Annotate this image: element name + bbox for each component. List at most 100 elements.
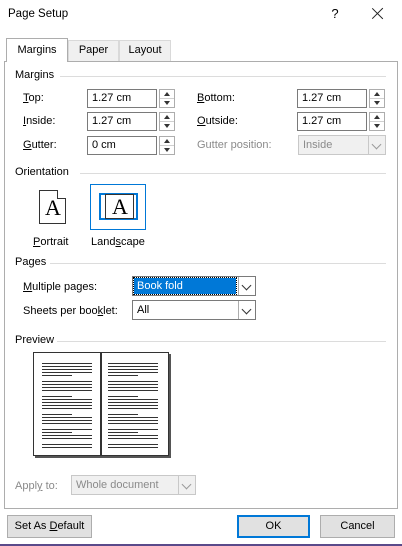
- bottom-margin-input[interactable]: 1.27 cm: [297, 89, 367, 108]
- spin-up-icon[interactable]: [160, 137, 174, 146]
- preview-left-page: [33, 352, 101, 456]
- bottom-margin-spinner: 1.27 cm: [297, 89, 387, 108]
- tab-margins[interactable]: Margins: [6, 38, 68, 62]
- preview-text-line: [42, 384, 92, 385]
- top-margin-label: Top:: [23, 92, 44, 104]
- cancel-button[interactable]: Cancel: [320, 515, 395, 538]
- inside-margin-input[interactable]: 1.27 cm: [87, 112, 157, 131]
- margins-section-label: Margins: [15, 69, 55, 81]
- preview-text-line: [42, 402, 92, 403]
- preview-text-line: [108, 429, 158, 430]
- pages-separator: [50, 263, 386, 264]
- tab-layout[interactable]: Layout: [119, 40, 171, 61]
- outside-margin-input[interactable]: 1.27 cm: [297, 112, 367, 131]
- landscape-page-icon: A: [99, 193, 138, 220]
- gutter-input[interactable]: 0 cm: [87, 136, 157, 155]
- inside-margin-spin-buttons[interactable]: [159, 112, 175, 131]
- top-margin-spin-buttons[interactable]: [159, 89, 175, 108]
- top-margin-input[interactable]: 1.27 cm: [87, 89, 157, 108]
- help-button[interactable]: ?: [329, 6, 341, 21]
- apply-to-select[interactable]: Whole document: [71, 475, 196, 495]
- spin-up-icon[interactable]: [160, 90, 174, 99]
- pages-section-label: Pages: [15, 256, 47, 268]
- portrait-label: Portrait: [33, 236, 69, 248]
- chevron-down-icon: [178, 476, 195, 494]
- preview-text-line: [108, 381, 158, 382]
- landscape-option[interactable]: A: [90, 184, 146, 230]
- preview-text-line: [42, 432, 72, 433]
- preview-separator: [57, 341, 386, 342]
- spin-down-icon[interactable]: [160, 122, 174, 131]
- preview-text-line: [42, 435, 92, 436]
- preview-text-line: [108, 384, 158, 385]
- spin-up-icon[interactable]: [370, 113, 384, 122]
- preview-text-line: [108, 402, 158, 403]
- spin-down-icon[interactable]: [370, 99, 384, 108]
- set-as-default-button[interactable]: Set As Default: [7, 515, 92, 538]
- preview-text-line: [108, 408, 158, 409]
- preview-text-line: [42, 369, 92, 370]
- gutter-spin-buttons[interactable]: [159, 136, 175, 155]
- gutter-position-select[interactable]: Inside: [298, 135, 386, 155]
- multiple-pages-value: Book fold: [133, 277, 237, 295]
- gutter-label: Gutter:: [23, 139, 57, 151]
- preview-text-line: [42, 390, 92, 391]
- preview-text-line: [108, 432, 138, 433]
- tab-paper[interactable]: Paper: [68, 40, 119, 61]
- dialog-title: Page Setup: [8, 8, 69, 20]
- preview-text-line: [42, 429, 92, 430]
- preview-text-line: [108, 447, 158, 448]
- outside-margin-label: Outside:: [197, 115, 238, 127]
- preview-text-line: [108, 444, 158, 445]
- inside-margin-spinner: 1.27 cm: [87, 112, 177, 131]
- landscape-label: Landscape: [91, 236, 145, 248]
- spin-up-icon[interactable]: [160, 113, 174, 122]
- outside-margin-spinner: 1.27 cm: [297, 112, 387, 131]
- outside-margin-spin-buttons[interactable]: [369, 112, 385, 131]
- close-button[interactable]: [368, 4, 388, 24]
- preview-text-line: [108, 423, 158, 424]
- apply-to-label: Apply to:: [15, 480, 58, 492]
- spin-down-icon[interactable]: [370, 122, 384, 131]
- preview-section-label: Preview: [15, 334, 55, 346]
- preview-text-line: [108, 396, 138, 397]
- apply-to-value: Whole document: [76, 479, 159, 491]
- preview-text-line: [108, 363, 158, 364]
- preview-text-line: [42, 366, 92, 367]
- bottom-margin-spin-buttons[interactable]: [369, 89, 385, 108]
- spin-down-icon[interactable]: [160, 99, 174, 108]
- multiple-pages-select[interactable]: Book fold: [132, 276, 256, 296]
- preview-right-page: [101, 352, 169, 456]
- portrait-glyph-letter: A: [45, 195, 61, 220]
- preview-text-line: [108, 417, 158, 418]
- sheets-per-booklet-select[interactable]: All: [132, 300, 256, 320]
- preview-text-line: [42, 372, 92, 373]
- inside-margin-label: Inside:: [23, 115, 56, 127]
- preview-text-line: [42, 417, 92, 418]
- preview-text-line: [108, 369, 158, 370]
- preview-text-line: [42, 375, 72, 376]
- multiple-pages-label: Multiple pages:: [23, 281, 97, 293]
- ok-button[interactable]: OK: [237, 515, 310, 538]
- spin-down-icon[interactable]: [160, 146, 174, 155]
- preview-text-line: [42, 405, 92, 406]
- preview-text-line: [42, 396, 72, 397]
- preview-text-line: [108, 372, 158, 373]
- preview-text-line: [108, 387, 158, 388]
- spin-up-icon[interactable]: [370, 90, 384, 99]
- bottom-margin-label: Bottom:: [197, 92, 235, 104]
- margins-separator: [60, 76, 386, 77]
- chevron-down-icon: [368, 136, 385, 154]
- preview-text-line: [42, 381, 92, 382]
- preview-text-line: [108, 438, 158, 439]
- preview-text-line: [108, 375, 138, 376]
- preview-text-line: [108, 390, 158, 391]
- portrait-page-icon: A: [39, 190, 66, 224]
- booklet-preview: [31, 352, 171, 460]
- preview-text-line: [42, 423, 92, 424]
- preview-text-line: [108, 420, 158, 421]
- preview-text-line: [108, 435, 158, 436]
- preview-text-line: [42, 387, 92, 388]
- preview-text-line: [42, 408, 92, 409]
- portrait-option[interactable]: A: [23, 184, 79, 230]
